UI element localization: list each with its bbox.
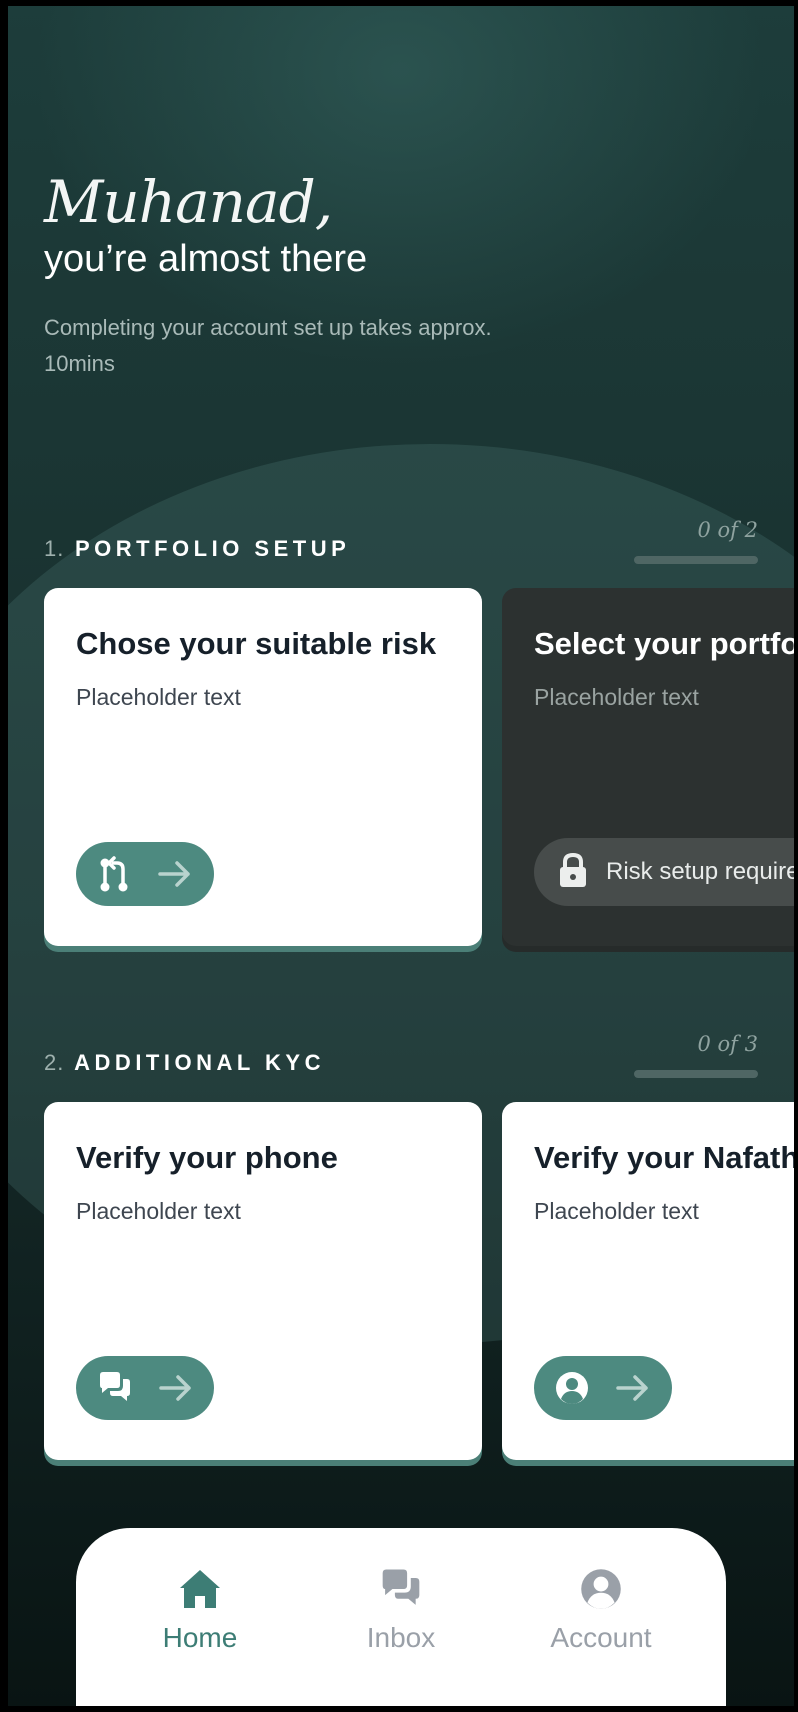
- start-nafath-verification-button[interactable]: [534, 1356, 672, 1420]
- user-circle-icon: [555, 1371, 589, 1405]
- lock-icon: [558, 852, 588, 893]
- tab-account[interactable]: Account: [516, 1568, 686, 1654]
- section-number: 1.: [44, 536, 65, 561]
- start-phone-verification-button[interactable]: [76, 1356, 214, 1420]
- home-icon: [115, 1568, 285, 1612]
- device-frame-right: [794, 0, 798, 1712]
- section-portfolio-title: 1. PORTFOLIO SETUP: [44, 536, 350, 562]
- card-verify-phone[interactable]: Verify your phone Placeholder text: [44, 1102, 482, 1460]
- tab-home[interactable]: Home: [115, 1568, 285, 1654]
- section-progress-bar: [634, 1070, 758, 1078]
- card-description: Placeholder text: [534, 684, 699, 710]
- risk-compare-icon: [97, 855, 131, 893]
- section-title-text: PORTFOLIO SETUP: [74, 536, 351, 561]
- section-progress-label: 0 of 2: [697, 518, 759, 542]
- card-title: Verify your phone: [76, 1140, 338, 1175]
- card-choose-risk[interactable]: Chose your suitable risk Placeholder tex…: [44, 588, 482, 946]
- greeting-subtitle: you’re almost there: [44, 238, 368, 280]
- greeting-description: Completing your account set up takes app…: [44, 315, 492, 376]
- user-name: Muhanad,: [44, 168, 333, 236]
- card-description: Placeholder text: [76, 684, 241, 710]
- arrow-right-icon: [158, 1374, 194, 1402]
- chat-bubbles-icon: [97, 1371, 133, 1405]
- section-kyc-title: 2. ADDITIONAL KYC: [44, 1050, 325, 1076]
- section-title-text: ADDITIONAL KYC: [74, 1050, 325, 1075]
- device-frame-top: [0, 0, 798, 6]
- device-frame-left: [0, 0, 8, 1712]
- card-verify-nafath[interactable]: Verify your Nafath Placeholder text: [502, 1102, 798, 1460]
- locked-status-pill: Risk setup required: [534, 838, 798, 906]
- tab-label: Inbox: [366, 1622, 436, 1653]
- tab-label: Home: [162, 1622, 238, 1653]
- tab-inbox[interactable]: Inbox: [316, 1568, 486, 1654]
- device-frame-bottom: [0, 1706, 798, 1712]
- card-title: Chose your suitable risk: [76, 626, 437, 661]
- section-number: 2.: [44, 1050, 65, 1075]
- card-title: Select your portfolio: [534, 626, 798, 661]
- card-description: Placeholder text: [534, 1198, 699, 1224]
- section-progress-bar: [634, 556, 758, 564]
- tab-label: Account: [550, 1622, 652, 1653]
- onboarding-screen: Muhanad, you’re almost there Completing …: [0, 0, 798, 1712]
- start-risk-button[interactable]: [76, 842, 214, 906]
- bottom-tab-bar: Home Inbox Account: [76, 1528, 726, 1712]
- card-description: Placeholder text: [76, 1198, 241, 1224]
- chat-bubbles-icon: [316, 1568, 486, 1612]
- section-progress-label: 0 of 3: [697, 1032, 759, 1056]
- arrow-right-icon: [615, 1374, 651, 1402]
- user-circle-icon: [516, 1568, 686, 1612]
- arrow-right-icon: [157, 860, 193, 888]
- card-title: Verify your Nafath: [534, 1140, 798, 1175]
- card-select-portfolio: Select your portfolio Placeholder text R…: [502, 588, 798, 946]
- lock-message: Risk setup required: [606, 858, 798, 885]
